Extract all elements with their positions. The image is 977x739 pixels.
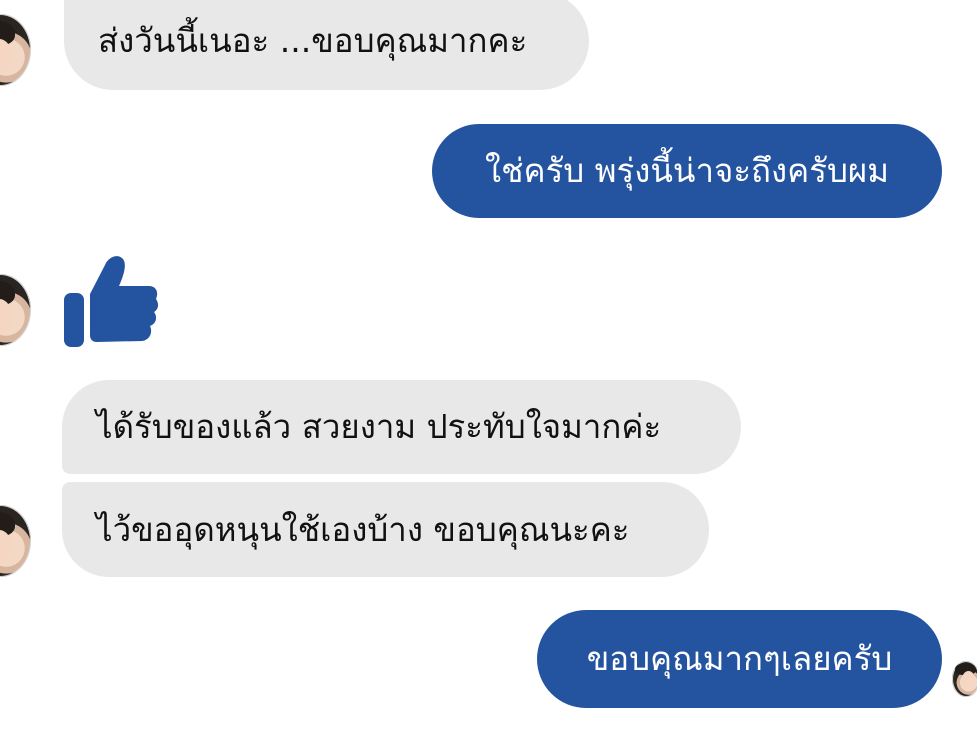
message-bubble-incoming[interactable]: ส่งวันนี้เนอะ ...ขอบคุณมากคะ bbox=[64, 0, 589, 90]
avatar-face bbox=[0, 299, 12, 333]
avatar-face bbox=[0, 39, 12, 73]
thumbs-up-icon bbox=[64, 256, 159, 347]
message-bubble-incoming[interactable]: ได้รับของแล้ว สวยงาม ประทับใจมากค่ะ bbox=[62, 380, 741, 474]
message-bubble-outgoing[interactable]: ขอบคุณมากๆเลยครับ bbox=[537, 610, 942, 708]
thumbs-up-cuff bbox=[64, 293, 84, 347]
message-bubble-incoming[interactable]: ไว้ขออุดหนุนใช้เองบ้าง ขอบคุณนะคะ bbox=[62, 482, 709, 577]
contact-avatar[interactable] bbox=[0, 505, 31, 577]
chat-thread: ส่งวันนี้เนอะ ...ขอบคุณมากคะ ใช่ครับ พรุ… bbox=[0, 0, 977, 739]
message-bubble-outgoing[interactable]: ใช่ครับ พรุ่งนี้น่าจะถึงครับผม bbox=[432, 124, 942, 218]
contact-avatar[interactable] bbox=[0, 274, 31, 346]
read-receipt-avatar bbox=[952, 661, 977, 697]
contact-avatar[interactable] bbox=[0, 14, 31, 86]
thumbs-up-hand bbox=[90, 256, 159, 342]
avatar-face bbox=[0, 530, 12, 564]
avatar-face bbox=[962, 671, 975, 688]
